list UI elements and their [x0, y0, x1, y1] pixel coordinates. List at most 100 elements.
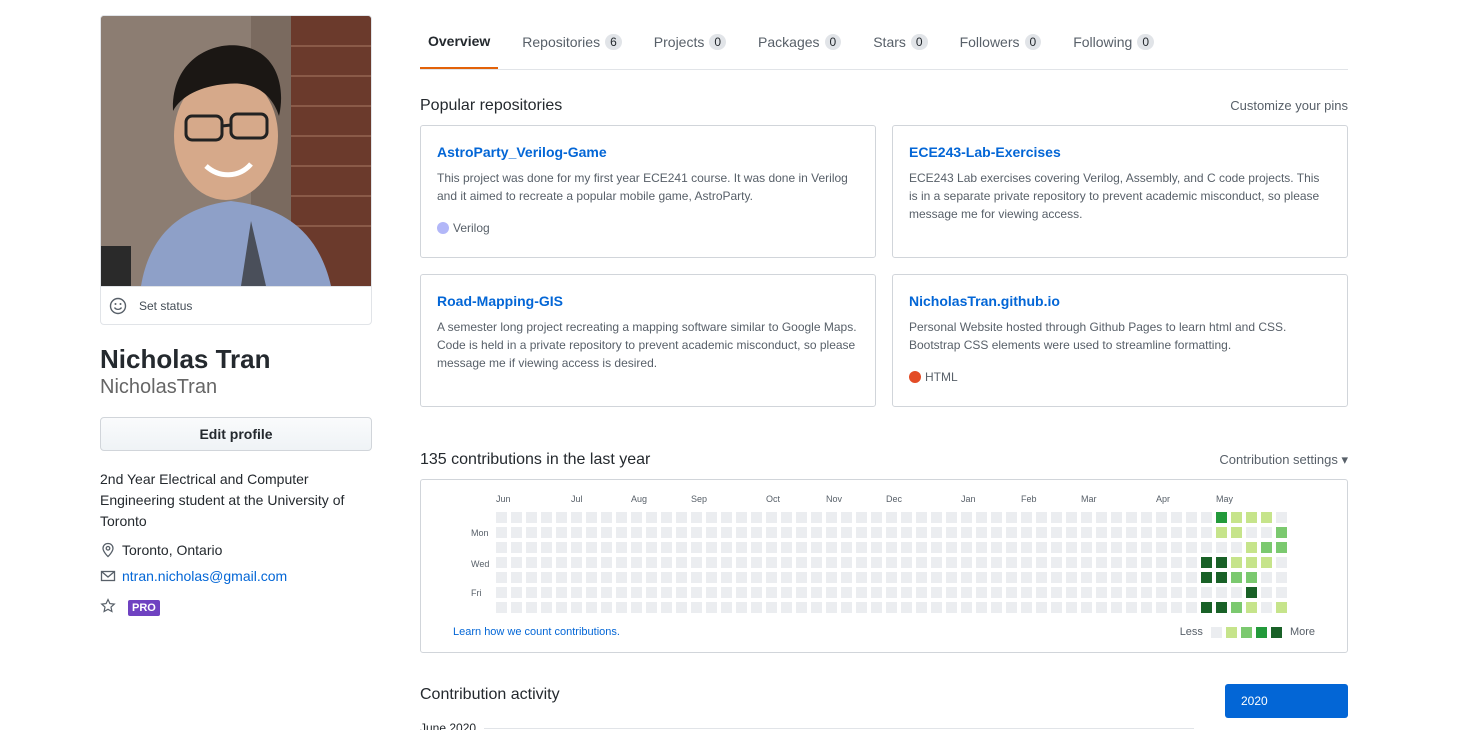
- contribution-day-cell[interactable]: [1231, 542, 1242, 553]
- contribution-day-cell[interactable]: [841, 512, 852, 523]
- contribution-day-cell[interactable]: [721, 572, 732, 583]
- contribution-day-cell[interactable]: [841, 557, 852, 568]
- contribution-day-cell[interactable]: [1186, 527, 1197, 538]
- contribution-day-cell[interactable]: [511, 587, 522, 598]
- contribution-day-cell[interactable]: [1081, 602, 1092, 613]
- contribution-day-cell[interactable]: [601, 512, 612, 523]
- contribution-day-cell[interactable]: [616, 572, 627, 583]
- contribution-day-cell[interactable]: [901, 587, 912, 598]
- contribution-day-cell[interactable]: [1006, 527, 1017, 538]
- contribution-day-cell[interactable]: [1021, 602, 1032, 613]
- contribution-day-cell[interactable]: [706, 512, 717, 523]
- contribution-day-cell[interactable]: [946, 602, 957, 613]
- contribution-day-cell[interactable]: [691, 542, 702, 553]
- contribution-day-cell[interactable]: [1186, 557, 1197, 568]
- contribution-day-cell[interactable]: [556, 587, 567, 598]
- contribution-day-cell[interactable]: [691, 527, 702, 538]
- contribution-day-cell[interactable]: [901, 602, 912, 613]
- contribution-day-cell[interactable]: [1156, 587, 1167, 598]
- contribution-day-cell[interactable]: [1141, 557, 1152, 568]
- contribution-day-cell[interactable]: [1066, 512, 1077, 523]
- contribution-day-cell[interactable]: [871, 557, 882, 568]
- contribution-day-cell[interactable]: [601, 542, 612, 553]
- contribution-day-cell[interactable]: [736, 527, 747, 538]
- contribution-day-cell[interactable]: [1201, 542, 1212, 553]
- contribution-day-cell[interactable]: [961, 557, 972, 568]
- contribution-day-cell[interactable]: [706, 527, 717, 538]
- contribution-day-cell[interactable]: [1186, 542, 1197, 553]
- tab-followers[interactable]: Followers 0: [952, 15, 1050, 69]
- contribution-day-cell[interactable]: [691, 587, 702, 598]
- contribution-day-cell[interactable]: [556, 542, 567, 553]
- contribution-day-cell[interactable]: [511, 527, 522, 538]
- contribution-day-cell[interactable]: [1051, 542, 1062, 553]
- contribution-day-cell[interactable]: [931, 572, 942, 583]
- contribution-day-cell[interactable]: [1261, 542, 1272, 553]
- contribution-day-cell[interactable]: [841, 572, 852, 583]
- contribution-day-cell[interactable]: [796, 527, 807, 538]
- contribution-day-cell[interactable]: [796, 512, 807, 523]
- contribution-day-cell[interactable]: [1216, 587, 1227, 598]
- contribution-day-cell[interactable]: [886, 602, 897, 613]
- edit-profile-button[interactable]: Edit profile: [100, 417, 372, 451]
- contribution-day-cell[interactable]: [511, 572, 522, 583]
- contribution-day-cell[interactable]: [1126, 512, 1137, 523]
- contribution-day-cell[interactable]: [1201, 512, 1212, 523]
- contribution-day-cell[interactable]: [826, 602, 837, 613]
- contribution-day-cell[interactable]: [976, 557, 987, 568]
- contribution-day-cell[interactable]: [751, 557, 762, 568]
- contribution-day-cell[interactable]: [1021, 542, 1032, 553]
- contribution-day-cell[interactable]: [1066, 557, 1077, 568]
- contribution-day-cell[interactable]: [526, 572, 537, 583]
- contribution-day-cell[interactable]: [556, 512, 567, 523]
- contribution-day-cell[interactable]: [886, 512, 897, 523]
- contribution-day-cell[interactable]: [751, 587, 762, 598]
- contribution-day-cell[interactable]: [886, 557, 897, 568]
- contribution-day-cell[interactable]: [781, 527, 792, 538]
- contribution-day-cell[interactable]: [1066, 527, 1077, 538]
- contribution-day-cell[interactable]: [1051, 587, 1062, 598]
- contribution-day-cell[interactable]: [586, 587, 597, 598]
- contribution-day-cell[interactable]: [1036, 572, 1047, 583]
- customize-pins-link[interactable]: Customize your pins: [1230, 98, 1348, 113]
- contribution-day-cell[interactable]: [901, 512, 912, 523]
- contribution-day-cell[interactable]: [886, 527, 897, 538]
- contribution-day-cell[interactable]: [676, 512, 687, 523]
- contribution-day-cell[interactable]: [1186, 602, 1197, 613]
- contribution-day-cell[interactable]: [751, 602, 762, 613]
- contribution-day-cell[interactable]: [916, 542, 927, 553]
- contribution-day-cell[interactable]: [1036, 602, 1047, 613]
- contribution-day-cell[interactable]: [901, 527, 912, 538]
- star-icon[interactable]: [100, 598, 116, 617]
- contribution-day-cell[interactable]: [1066, 587, 1077, 598]
- contribution-day-cell[interactable]: [751, 572, 762, 583]
- contribution-day-cell[interactable]: [1126, 542, 1137, 553]
- contribution-day-cell[interactable]: [916, 602, 927, 613]
- contribution-day-cell[interactable]: [811, 557, 822, 568]
- contribution-day-cell[interactable]: [946, 527, 957, 538]
- contribution-day-cell[interactable]: [886, 587, 897, 598]
- contribution-day-cell[interactable]: [511, 542, 522, 553]
- contribution-day-cell[interactable]: [736, 557, 747, 568]
- contribution-day-cell[interactable]: [991, 602, 1002, 613]
- contribution-day-cell[interactable]: [1021, 572, 1032, 583]
- contribution-day-cell[interactable]: [541, 587, 552, 598]
- contribution-day-cell[interactable]: [781, 557, 792, 568]
- contribution-day-cell[interactable]: [781, 512, 792, 523]
- avatar[interactable]: [101, 16, 371, 286]
- contribution-day-cell[interactable]: [631, 512, 642, 523]
- contribution-day-cell[interactable]: [496, 602, 507, 613]
- contribution-day-cell[interactable]: [661, 557, 672, 568]
- contribution-day-cell[interactable]: [1081, 557, 1092, 568]
- contribution-day-cell[interactable]: [1246, 587, 1257, 598]
- repo-name-link[interactable]: NicholasTran.github.io: [909, 293, 1331, 309]
- contribution-day-cell[interactable]: [1096, 602, 1107, 613]
- contribution-day-cell[interactable]: [1156, 572, 1167, 583]
- contribution-day-cell[interactable]: [631, 557, 642, 568]
- tab-projects[interactable]: Projects 0: [646, 15, 734, 69]
- contribution-day-cell[interactable]: [571, 587, 582, 598]
- contribution-day-cell[interactable]: [1036, 542, 1047, 553]
- contribution-day-cell[interactable]: [1126, 572, 1137, 583]
- contribution-day-cell[interactable]: [616, 542, 627, 553]
- contribution-day-cell[interactable]: [751, 512, 762, 523]
